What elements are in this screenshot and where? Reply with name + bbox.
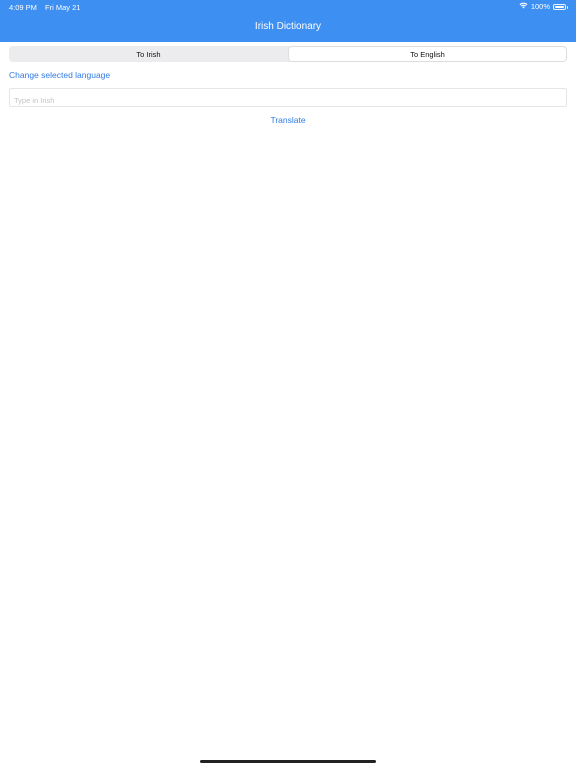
- segment-to-english[interactable]: To English: [289, 47, 566, 61]
- navigation-header: 4:09 PM Fri May 21 100% Irish Dictionary: [0, 0, 576, 42]
- battery-icon: [553, 3, 568, 10]
- wifi-icon: [519, 2, 528, 11]
- status-date: Fri May 21: [45, 3, 81, 12]
- status-left: 4:09 PM Fri May 21: [9, 3, 86, 12]
- translate-button[interactable]: Translate: [0, 115, 576, 125]
- status-bar: 4:09 PM Fri May 21 100%: [0, 0, 576, 14]
- home-indicator[interactable]: [200, 760, 376, 763]
- change-language-link[interactable]: Change selected language: [9, 70, 110, 80]
- direction-segmented-control: To Irish To English: [9, 46, 567, 62]
- status-time: 4:09 PM: [9, 3, 37, 12]
- page-title: Irish Dictionary: [254, 21, 322, 32]
- segment-to-irish[interactable]: To Irish: [10, 47, 287, 61]
- status-right: 100%: [519, 2, 568, 11]
- search-input[interactable]: [9, 88, 567, 107]
- battery-percent: 100%: [530, 2, 550, 11]
